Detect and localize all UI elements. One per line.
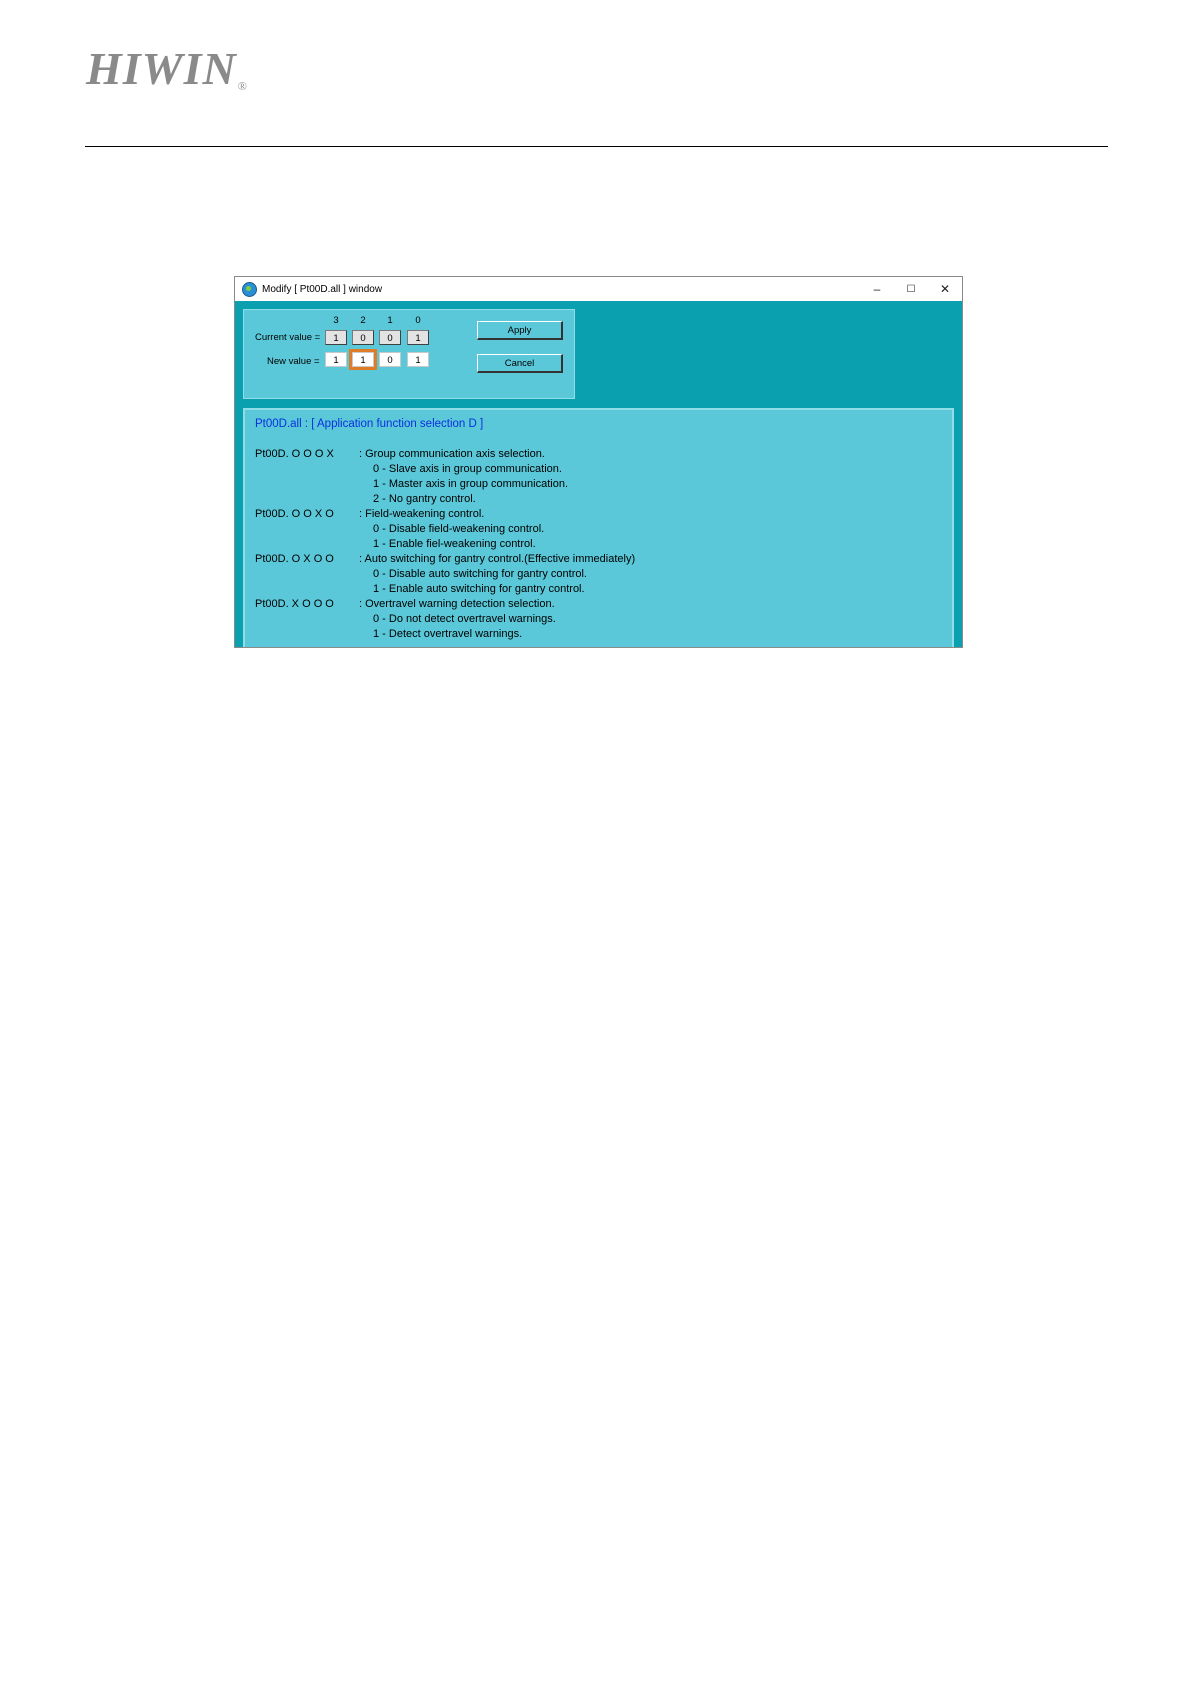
window-client: 3 2 1 0 Current value = 1 0 0 1 New valu… (235, 301, 962, 647)
param-code: Pt00D. O X O O (255, 553, 334, 565)
current-digit-0: 1 (407, 330, 429, 345)
maximize-icon[interactable]: ☐ (894, 277, 928, 301)
param-option: 1 - Detect overtravel warnings. (373, 628, 523, 640)
hiwin-logo: HIWIN® (86, 43, 248, 94)
current-digit-2: 0 (352, 330, 374, 345)
window-title: Modify [ Pt00D.all ] window (262, 283, 383, 295)
param-code: Pt00D. X O O O (255, 598, 334, 610)
new-digit-1[interactable]: 0 (379, 352, 401, 367)
param-option: 0 - Slave axis in group communication. (373, 463, 562, 475)
logo-text: HIWIN (86, 43, 237, 94)
header-rule (85, 146, 1108, 147)
param-option: 1 - Enable auto switching for gantry con… (373, 583, 585, 595)
description-panel: Pt00D.all : [ Application function selec… (243, 408, 954, 647)
window-controls: – ☐ ✕ (860, 277, 962, 301)
param-desc: : Overtravel warning detection selection… (359, 598, 555, 610)
new-digit-2[interactable]: 1 (349, 349, 377, 370)
param-code: Pt00D. O O O X (255, 448, 334, 460)
param-option: 2 - No gantry control. (373, 493, 476, 505)
param-option: 1 - Master axis in group communication. (373, 478, 569, 490)
cancel-button[interactable]: Cancel (477, 354, 563, 373)
window-titlebar[interactable]: Modify [ Pt00D.all ] window – ☐ ✕ (235, 277, 962, 301)
param-desc: : Auto switching for gantry control.(Eff… (359, 553, 636, 565)
apply-button[interactable]: Apply (477, 321, 563, 340)
current-value-label: Current value = (255, 332, 321, 343)
new-value-label: New value = (267, 356, 320, 367)
param-option: 1 - Enable fiel-weakening control. (373, 538, 536, 550)
param-option: 0 - Do not detect overtravel warnings. (373, 613, 556, 625)
param-desc: : Group communication axis selection. (359, 448, 545, 460)
param-code: Pt00D. O O X O (255, 508, 334, 520)
modify-window: Modify [ Pt00D.all ] window – ☐ ✕ 3 2 1 … (234, 276, 963, 648)
param-option: 0 - Disable auto switching for gantry co… (373, 568, 587, 580)
close-icon[interactable]: ✕ (928, 277, 962, 301)
param-option: 0 - Disable field-weakening control. (373, 523, 545, 535)
digit-header-1: 1 (387, 315, 393, 326)
value-panel: 3 2 1 0 Current value = 1 0 0 1 New valu… (243, 309, 575, 399)
minimize-icon[interactable]: – (860, 277, 894, 301)
app-icon (242, 281, 257, 297)
registered-mark: ® (237, 79, 248, 93)
digit-header-2: 2 (360, 315, 366, 326)
digit-header-0: 0 (415, 315, 421, 326)
description-title: Pt00D.all : [ Application function selec… (255, 418, 484, 430)
new-digit-3[interactable]: 1 (325, 352, 347, 367)
new-digit-0[interactable]: 1 (407, 352, 429, 367)
current-digit-3: 1 (325, 330, 347, 345)
current-digit-1: 0 (379, 330, 401, 345)
digit-header-3: 3 (333, 315, 339, 326)
param-desc: : Field-weakening control. (359, 508, 485, 520)
